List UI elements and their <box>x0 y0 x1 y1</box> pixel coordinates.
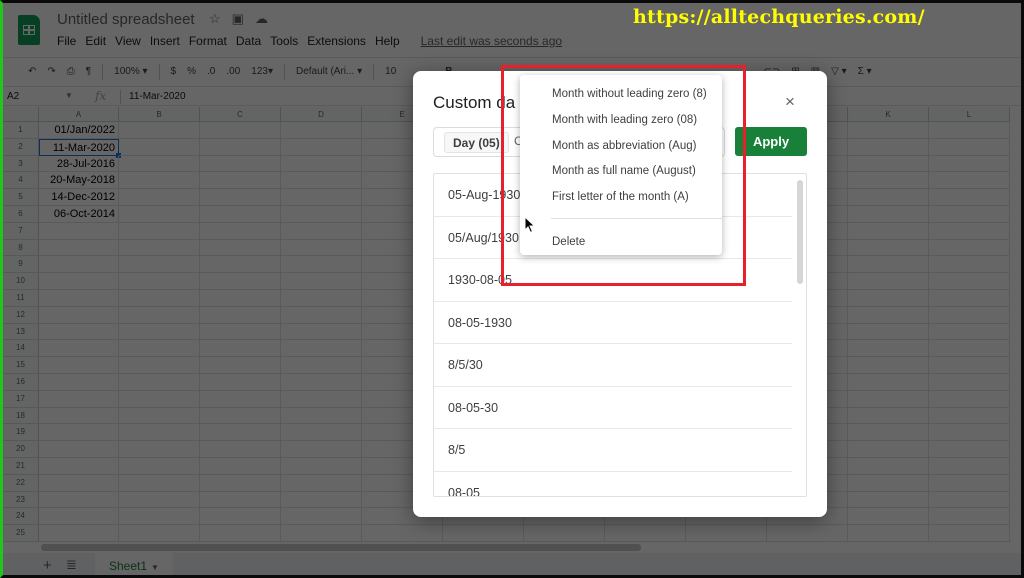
vertical-scrollbar[interactable] <box>797 180 803 284</box>
format-option[interactable]: 8/5/30 <box>434 344 792 387</box>
watermark-url: https://alltechqueries.com/ <box>633 6 925 28</box>
format-option[interactable]: 08-05 <box>434 472 792 497</box>
close-icon[interactable]: × <box>785 92 795 112</box>
format-option[interactable]: 08-05-30 <box>434 387 792 429</box>
highlight-annotation-box <box>501 65 746 286</box>
sheets-app: Untitled spreadsheet ☆ ▣ ☁ FileEditViewI… <box>3 3 1021 575</box>
day-format-chip[interactable]: Day (05) <box>444 132 509 153</box>
screenshot-frame: Untitled spreadsheet ☆ ▣ ☁ FileEditViewI… <box>0 0 1024 578</box>
format-option[interactable]: 08-05-1930 <box>434 302 792 344</box>
mouse-cursor-icon <box>524 216 536 234</box>
format-option[interactable]: 8/5 <box>434 429 792 472</box>
